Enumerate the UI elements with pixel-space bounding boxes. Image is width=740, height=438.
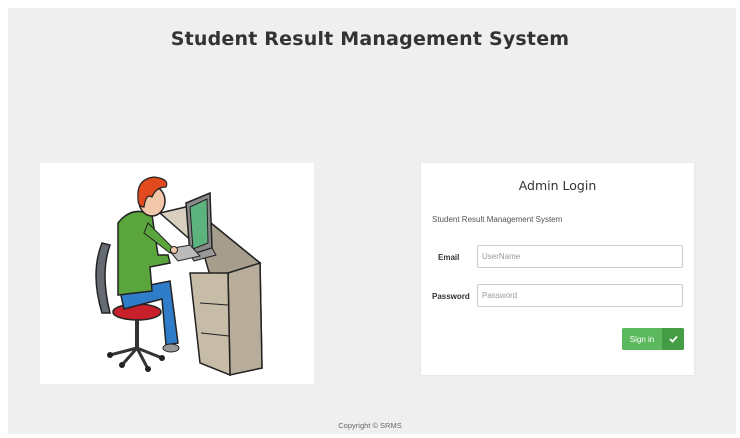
login-card: Admin Login Student Result Management Sy…: [421, 163, 694, 375]
password-label: Password: [432, 292, 470, 301]
email-input[interactable]: [477, 245, 683, 268]
password-input[interactable]: [477, 284, 683, 307]
illustration-card: [40, 163, 314, 384]
footer-copyright: Copyright © SRMS: [338, 421, 402, 430]
email-label: Email: [438, 253, 460, 262]
sign-in-label: Sign in: [622, 328, 662, 350]
page-title: Student Result Management System: [170, 28, 570, 50]
check-icon: [662, 328, 684, 350]
student-at-computer-illustration: [95, 176, 263, 377]
login-title: Admin Login: [518, 178, 597, 193]
sign-in-button[interactable]: Sign in: [622, 328, 684, 350]
login-subtitle: Student Result Management System: [432, 215, 563, 224]
